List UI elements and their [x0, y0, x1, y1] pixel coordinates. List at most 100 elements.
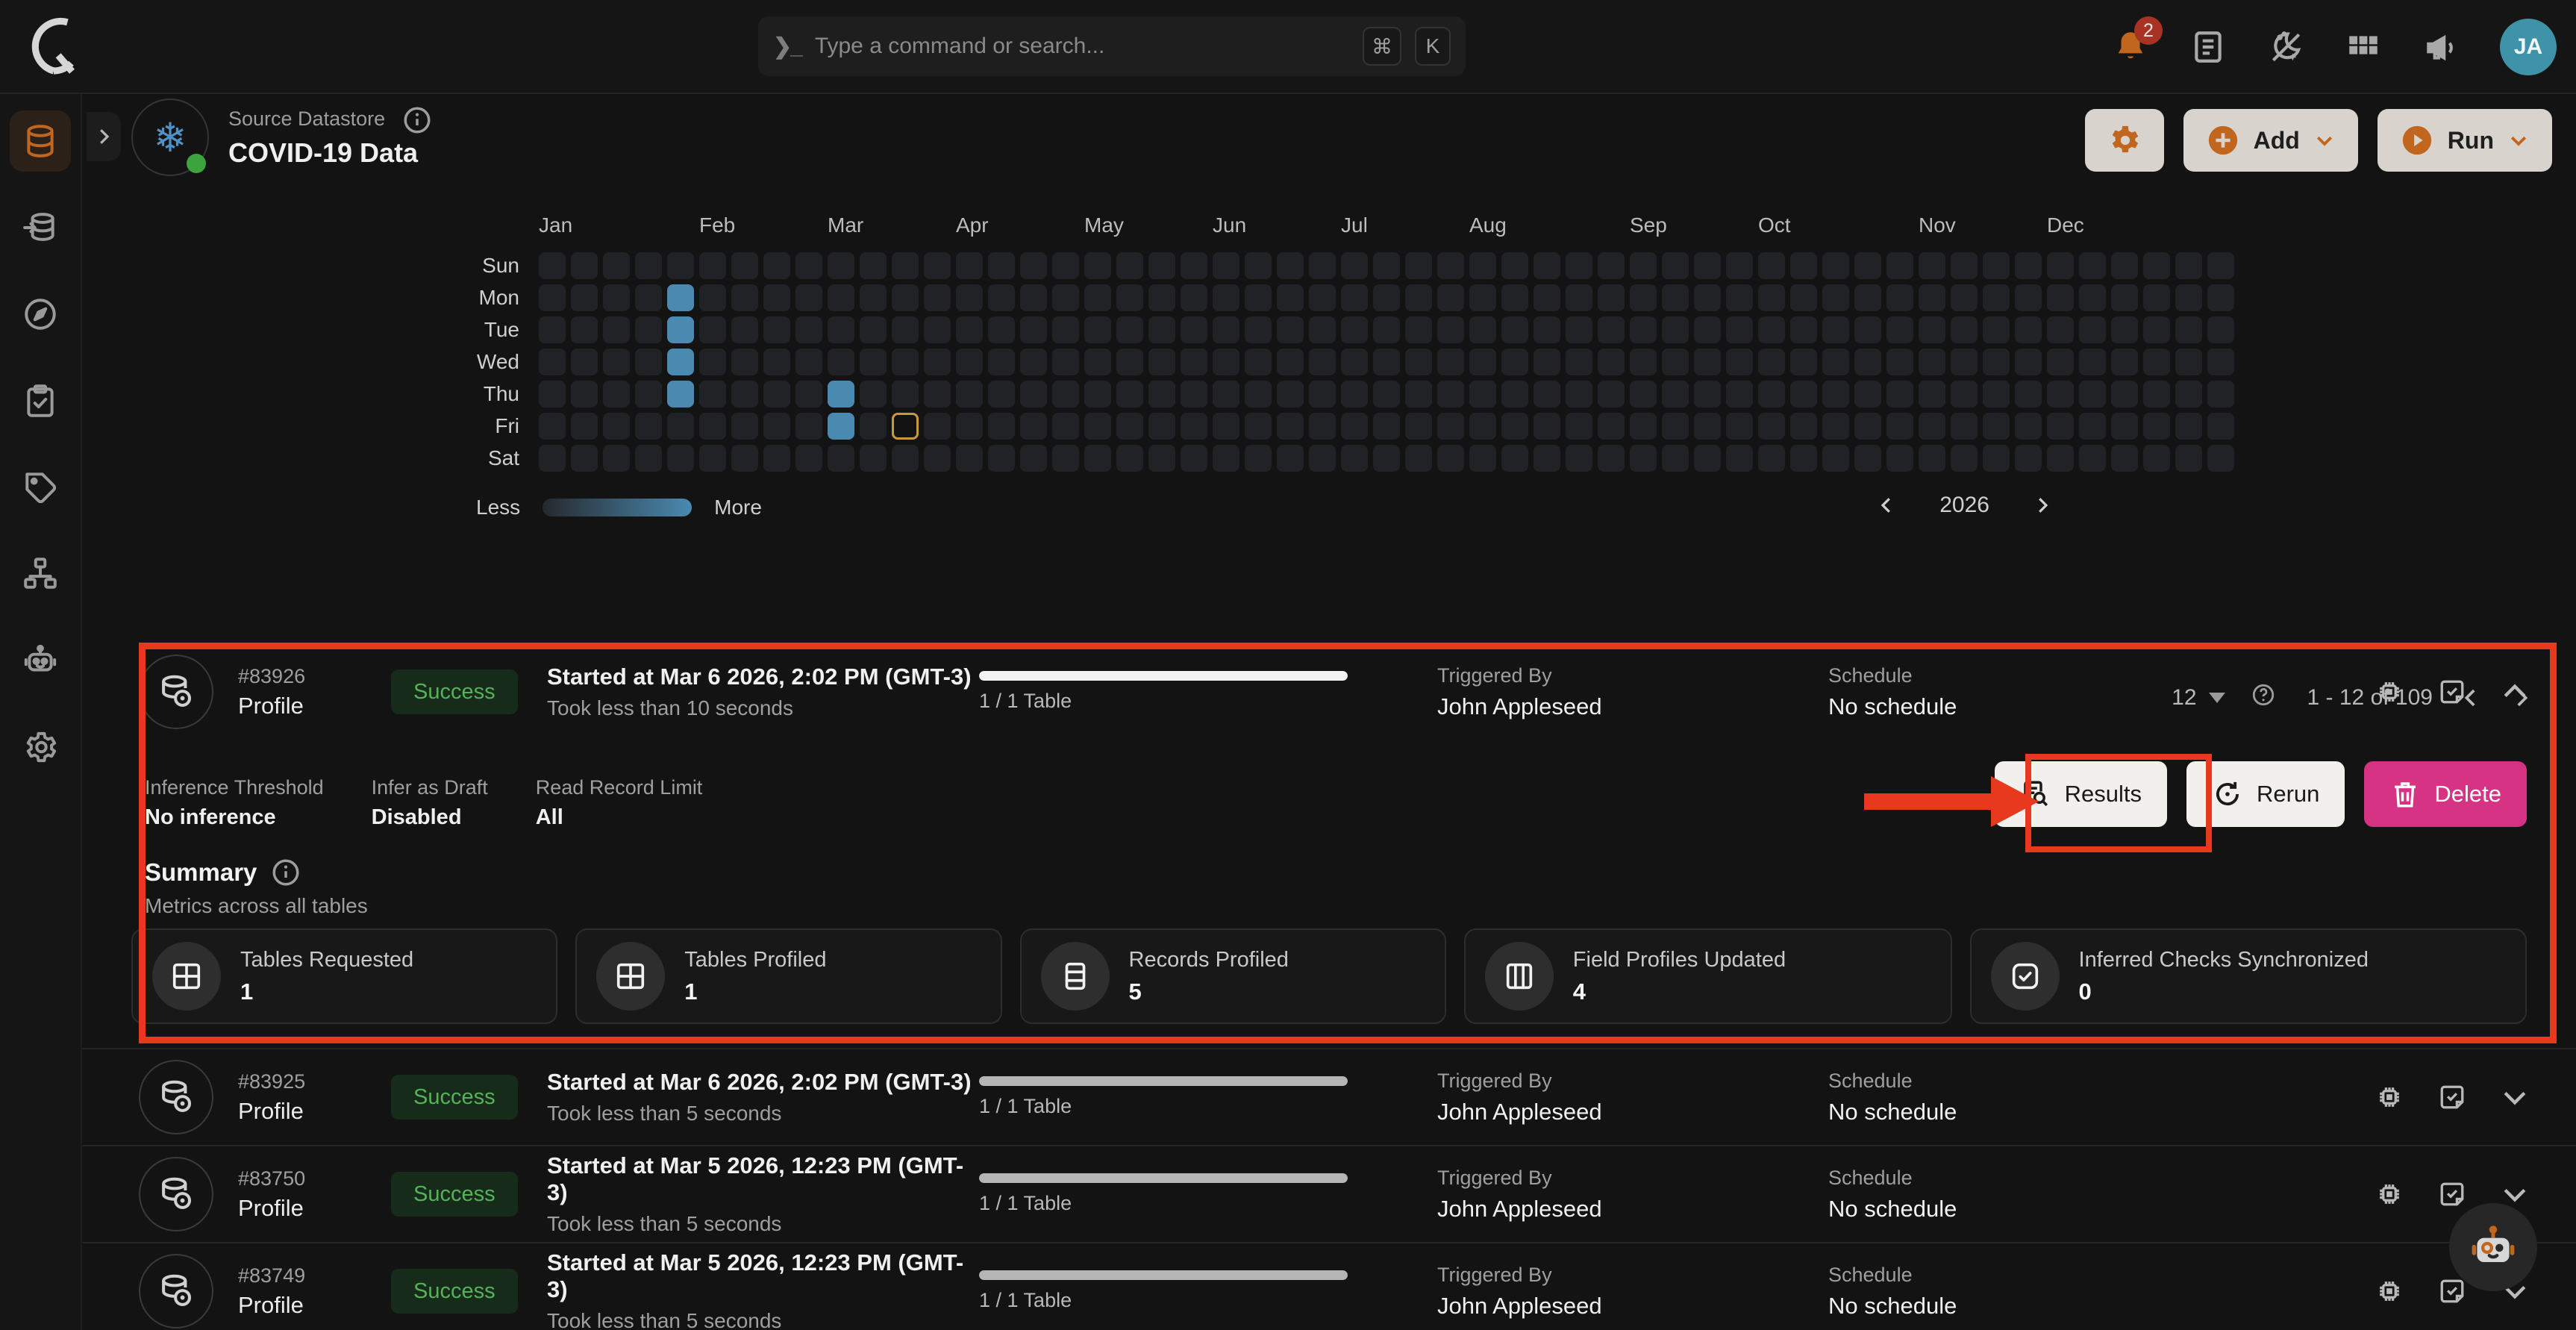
heatmap-cell[interactable]	[956, 381, 983, 408]
heatmap-cell[interactable]	[1052, 316, 1079, 343]
heatmap-cell[interactable]	[763, 381, 790, 408]
heatmap-cell[interactable]	[1501, 445, 1528, 472]
heatmap-cell[interactable]	[1983, 252, 2010, 279]
heatmap-cell[interactable]	[988, 252, 1015, 279]
heatmap-cell[interactable]	[1116, 349, 1143, 375]
heatmap-cell[interactable]	[1758, 381, 1785, 408]
heatmap-cell[interactable]	[1983, 413, 2010, 440]
heatmap-cell[interactable]	[1983, 381, 2010, 408]
heatmap-cell[interactable]	[1373, 381, 1400, 408]
run-row[interactable]: #83925 Profile Success Started at Mar 6 …	[82, 1048, 2576, 1145]
heatmap-cell[interactable]	[1694, 381, 1721, 408]
heatmap-cell[interactable]	[539, 284, 566, 311]
heatmap-cell[interactable]	[1116, 316, 1143, 343]
sidebar-item-enrichment-datastores[interactable]	[10, 197, 71, 258]
delete-button[interactable]: Delete	[2364, 761, 2527, 827]
collapse-row-icon[interactable]	[2498, 675, 2531, 708]
heatmap-cell[interactable]	[1116, 413, 1143, 440]
heatmap-cell[interactable]	[1405, 316, 1432, 343]
heatmap-cell[interactable]	[860, 252, 887, 279]
heatmap-cell[interactable]	[763, 445, 790, 472]
heatmap-cell[interactable]	[1501, 349, 1528, 375]
heatmap-cell[interactable]	[1726, 349, 1753, 375]
heatmap-cell[interactable]	[1213, 316, 1239, 343]
datastore-info-icon[interactable]	[401, 104, 433, 136]
run-row[interactable]: #83926 Profile Success Started at Mar 6 …	[82, 643, 2576, 740]
heatmap-cell[interactable]	[924, 445, 951, 472]
heatmap-cell[interactable]	[892, 252, 919, 279]
heatmap-cell[interactable]	[1886, 413, 1913, 440]
run-row[interactable]: #83749 Profile Success Started at Mar 5 …	[82, 1242, 2576, 1330]
heatmap-cell[interactable]	[1245, 252, 1272, 279]
heatmap-cell[interactable]	[731, 349, 758, 375]
sidebar-item-source-datastores[interactable]	[10, 110, 71, 172]
heatmap-cell[interactable]	[1501, 284, 1528, 311]
heatmap-cell[interactable]	[763, 349, 790, 375]
heatmap-cell[interactable]	[1534, 413, 1560, 440]
heatmap-cell[interactable]	[795, 252, 822, 279]
heatmap-cell[interactable]	[1341, 316, 1368, 343]
summary-info-icon[interactable]	[270, 857, 301, 888]
release-notes-icon[interactable]	[2189, 28, 2227, 66]
heatmap-cell[interactable]	[1084, 284, 1111, 311]
heatmap-cell[interactable]	[1919, 316, 1945, 343]
heatmap-cell[interactable]	[1951, 316, 1978, 343]
heatmap-cell[interactable]	[1854, 445, 1881, 472]
heatmap-cell[interactable]	[635, 445, 662, 472]
heatmap-cell[interactable]	[2079, 349, 2106, 375]
run-button[interactable]: Run	[2378, 109, 2552, 172]
heatmap-cell[interactable]	[828, 284, 854, 311]
heatmap-cell[interactable]	[988, 349, 1015, 375]
heatmap-cell[interactable]	[860, 381, 887, 408]
heatmap-cell[interactable]	[1822, 349, 1849, 375]
heatmap-cell[interactable]	[860, 316, 887, 343]
heatmap-cell[interactable]	[988, 445, 1015, 472]
heatmap-cell[interactable]	[2175, 413, 2202, 440]
heatmap-cell[interactable]	[571, 349, 598, 375]
heatmap-cell[interactable]	[1758, 445, 1785, 472]
heatmap-cell[interactable]	[1437, 284, 1464, 311]
heatmap-cell[interactable]	[603, 413, 630, 440]
notifications-bell-icon[interactable]: 2	[2112, 28, 2149, 66]
heatmap-cell[interactable]	[731, 381, 758, 408]
heatmap-cell[interactable]	[1052, 381, 1079, 408]
heatmap-cell[interactable]	[1662, 252, 1689, 279]
heatmap-cell[interactable]	[1790, 349, 1817, 375]
heatmap-cell[interactable]	[1694, 252, 1721, 279]
heatmap-cell[interactable]	[1566, 252, 1592, 279]
heatmap-cell[interactable]	[828, 445, 854, 472]
heatmap-cell[interactable]	[1309, 381, 1336, 408]
heatmap-cell[interactable]	[603, 445, 630, 472]
heatmap-cell[interactable]	[1758, 284, 1785, 311]
heatmap-cell[interactable]	[1822, 445, 1849, 472]
heatmap-cell[interactable]	[1245, 349, 1272, 375]
heatmap-cell[interactable]	[956, 284, 983, 311]
heatmap-cell[interactable]	[1213, 413, 1239, 440]
heatmap-cell[interactable]	[2207, 349, 2234, 375]
heatmap-cell[interactable]	[635, 381, 662, 408]
heatmap-cell[interactable]	[1469, 284, 1496, 311]
heatmap-cell[interactable]	[571, 284, 598, 311]
heatmap-cell[interactable]	[1341, 413, 1368, 440]
heatmap-cell[interactable]	[2143, 349, 2170, 375]
heatmap-cell[interactable]	[1181, 349, 1207, 375]
heatmap-cell[interactable]	[924, 349, 951, 375]
heatmap-cell[interactable]	[1951, 252, 1978, 279]
heatmap-cell[interactable]	[1822, 252, 1849, 279]
heatmap-cell[interactable]	[1822, 413, 1849, 440]
heatmap-cell[interactable]	[571, 316, 598, 343]
heatmap-cell[interactable]	[1951, 349, 1978, 375]
heatmap-cell[interactable]	[1245, 316, 1272, 343]
heatmap-cell[interactable]	[1694, 413, 1721, 440]
heatmap-cell[interactable]	[1726, 413, 1753, 440]
heatmap-cell[interactable]	[1501, 413, 1528, 440]
sidebar-item-bot[interactable]	[10, 630, 71, 691]
heatmap-cell[interactable]	[603, 316, 630, 343]
heatmap-cell[interactable]	[1951, 381, 1978, 408]
heatmap-cell[interactable]	[2047, 284, 2074, 311]
heatmap-cell[interactable]	[667, 445, 694, 472]
heatmap-cell[interactable]	[1052, 284, 1079, 311]
heatmap-cell[interactable]	[2047, 316, 2074, 343]
heatmap-cell[interactable]	[1181, 316, 1207, 343]
heatmap-cell[interactable]	[1277, 284, 1304, 311]
